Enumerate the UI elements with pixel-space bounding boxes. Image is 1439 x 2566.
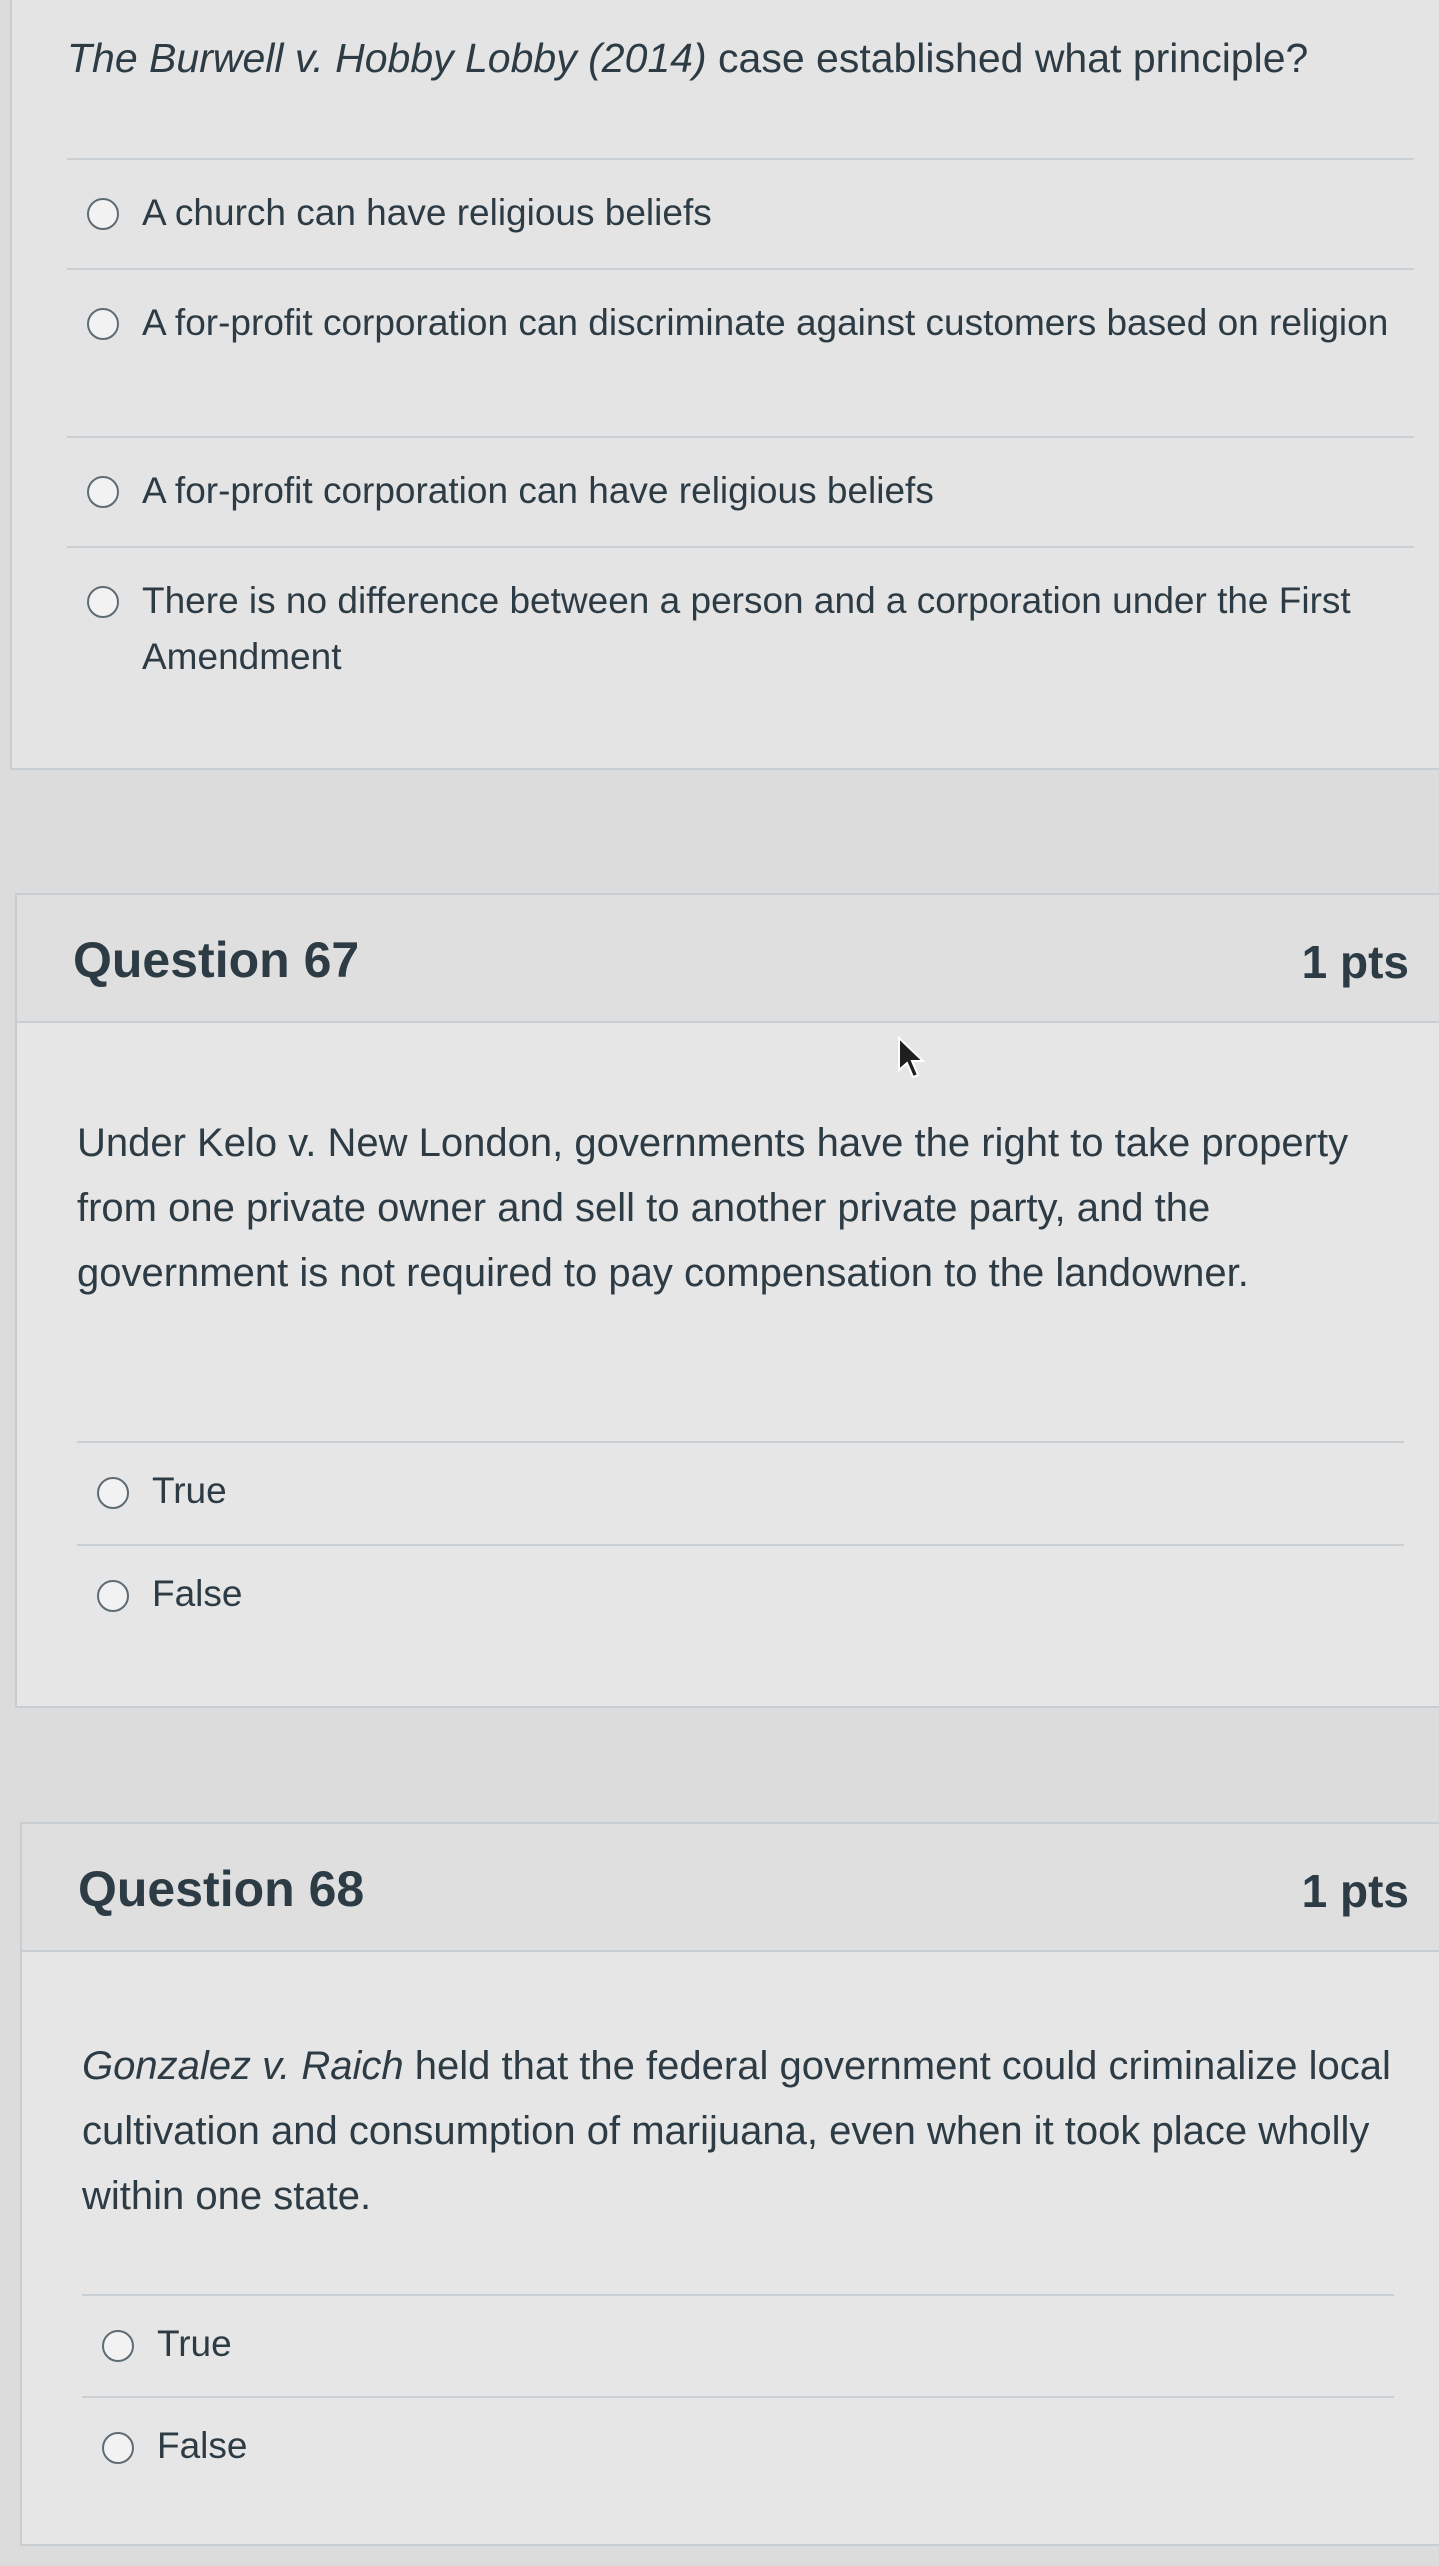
question-title: Question 68 bbox=[78, 1861, 365, 1917]
radio-button-icon[interactable] bbox=[87, 586, 119, 618]
radio-button-icon[interactable] bbox=[87, 476, 119, 508]
radio-button-icon[interactable] bbox=[97, 1477, 129, 1509]
radio-button-icon[interactable] bbox=[97, 1580, 129, 1612]
question-points: 1 pts bbox=[1301, 1865, 1409, 1917]
radio-button-icon[interactable] bbox=[87, 198, 119, 230]
question-68-header: Question 68 1 pts bbox=[22, 1824, 1439, 1952]
answer-option-false[interactable]: False bbox=[82, 2396, 1394, 2496]
answer-option-true[interactable]: True bbox=[77, 1441, 1404, 1544]
question-66-text-rest: case established what principle? bbox=[706, 35, 1309, 81]
question-66-case-name: The Burwell v. Hobby Lobby (2014) bbox=[67, 35, 707, 81]
question-68-text: Gonzalez v. Raich held that the federal … bbox=[82, 2034, 1399, 2229]
question-points: 1 pts bbox=[1301, 936, 1409, 988]
answer-option[interactable]: A church can have religious beliefs bbox=[67, 158, 1414, 268]
answer-option-false[interactable]: False bbox=[77, 1544, 1404, 1644]
question-66-text: The Burwell v. Hobby Lobby (2014) case e… bbox=[67, 26, 1383, 91]
answer-label: A church can have religious beliefs bbox=[142, 192, 712, 233]
answer-option[interactable]: A for-profit corporation can have religi… bbox=[67, 436, 1414, 546]
answer-label: A for-profit corporation can have religi… bbox=[142, 470, 934, 511]
answer-label: True bbox=[152, 1470, 227, 1511]
question-68-card: Question 68 1 pts Gonzalez v. Raich held… bbox=[20, 1822, 1439, 2546]
answer-option[interactable]: There is no difference between a person … bbox=[67, 546, 1414, 716]
answer-option[interactable]: A for-profit corporation can discriminat… bbox=[67, 268, 1414, 436]
question-67-answers: True False bbox=[77, 1441, 1404, 1644]
radio-button-icon[interactable] bbox=[102, 2432, 134, 2464]
radio-button-icon[interactable] bbox=[102, 2330, 134, 2362]
question-66-card: The Burwell v. Hobby Lobby (2014) case e… bbox=[10, 0, 1439, 770]
answer-option-true[interactable]: True bbox=[82, 2294, 1394, 2396]
question-67-text: Under Kelo v. New London, governments ha… bbox=[77, 1121, 1349, 1295]
answer-label: There is no difference between a person … bbox=[142, 580, 1351, 677]
question-67-header: Question 67 1 pts bbox=[17, 895, 1439, 1023]
question-68-answers: True False bbox=[82, 2294, 1394, 2496]
answer-label: A for-profit corporation can discriminat… bbox=[142, 302, 1389, 343]
question-67-card: Question 67 1 pts Under Kelo v. New Lond… bbox=[15, 893, 1439, 1708]
answer-label: False bbox=[152, 1573, 243, 1614]
radio-button-icon[interactable] bbox=[87, 308, 119, 340]
question-68-case-name: Gonzalez v. Raich bbox=[82, 2044, 404, 2088]
answer-label: False bbox=[157, 2425, 248, 2466]
answer-label: True bbox=[157, 2323, 232, 2364]
mouse-cursor-icon bbox=[898, 1036, 926, 1079]
question-title: Question 67 bbox=[73, 932, 360, 988]
question-66-answers: A church can have religious beliefs A fo… bbox=[67, 158, 1414, 716]
